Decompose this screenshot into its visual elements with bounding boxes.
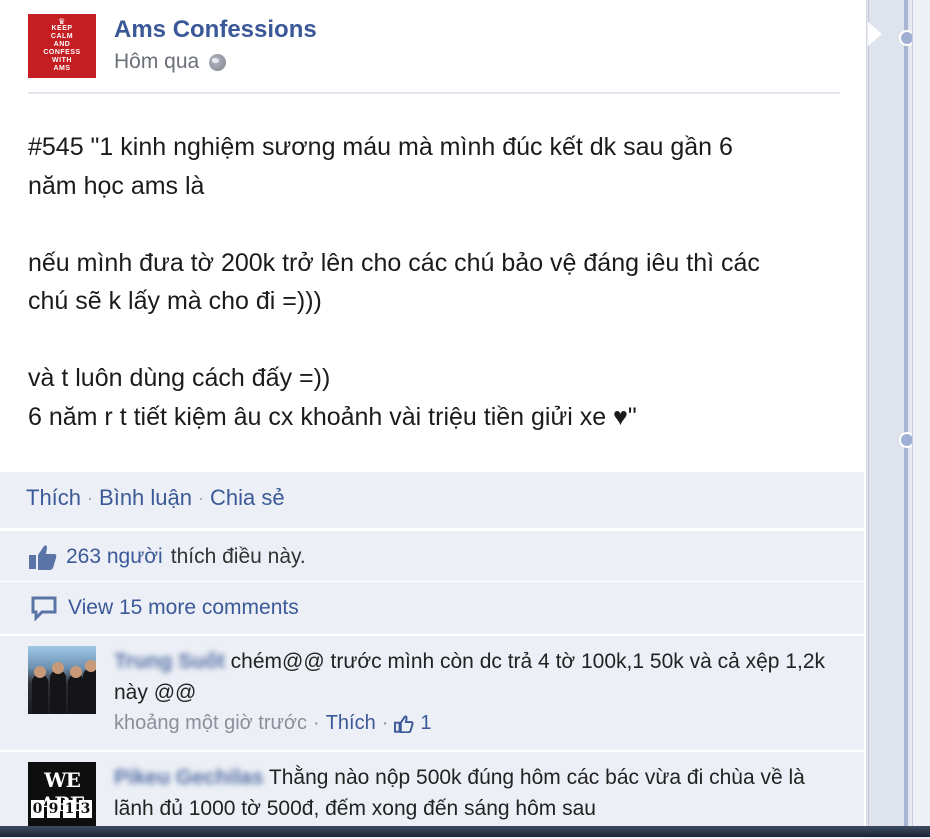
comment-body: Pikeu Gechilas Thằng nào nộp 500k đúng h… (114, 762, 834, 824)
share-link[interactable]: Chia sẻ (210, 485, 285, 511)
comment-item: Trung Suốt chém@@ trước mình còn dc trả … (0, 634, 864, 750)
like-link[interactable]: Thích (26, 485, 81, 511)
os-taskbar (0, 826, 930, 837)
logo-line: CALM (50, 33, 74, 40)
avatar-digit: 0 (31, 800, 44, 818)
thumbs-up-icon (29, 545, 57, 570)
likes-suffix: thích điều này. (170, 545, 306, 568)
separator: · (313, 712, 320, 734)
scrollbar[interactable] (912, 0, 930, 837)
comment-time[interactable]: khoảng một giờ trước (114, 712, 307, 735)
page-name-link[interactable]: Ams Confessions (114, 16, 317, 44)
timeline-pointer (868, 22, 882, 46)
logo-line: AND (53, 41, 71, 48)
comment-like-link[interactable]: Thích (326, 712, 376, 735)
comment-bubble-icon (31, 596, 57, 621)
avatar[interactable] (28, 646, 96, 714)
thumbs-up-icon (394, 715, 414, 733)
post-header: ♛ KEEP CALM AND CONFESS WITH AMS Ams Con… (28, 14, 840, 94)
separator: · (198, 487, 204, 508)
page-logo[interactable]: ♛ KEEP CALM AND CONFESS WITH AMS (28, 14, 96, 78)
avatar[interactable]: WE ARE 0 9 1 3 (28, 762, 96, 830)
post-timestamp[interactable]: Hôm qua (114, 50, 227, 74)
separator: · (87, 487, 94, 508)
post-line: 6 năm r t tiết kiệm âu cx khoảnh vài tri… (28, 402, 637, 431)
likes-summary: 263 người thích điều này. (0, 530, 864, 581)
timestamp-text[interactable]: Hôm qua (114, 50, 199, 74)
post-message: #545 "1 kinh nghiệm sương máu mà mình đú… (28, 128, 848, 436)
post-line: năm học ams là (28, 171, 205, 200)
post-line: nếu mình đưa tờ 200k trở lên cho các chú… (28, 248, 760, 277)
globe-icon (209, 53, 227, 71)
post-line: #545 "1 kinh nghiệm sương máu mà mình đú… (28, 133, 733, 161)
logo-line: WITH (52, 57, 72, 64)
timeline-line (904, 0, 908, 837)
comment-like-count[interactable]: 1 (420, 712, 431, 735)
comment-author-link[interactable]: Trung Suốt (114, 650, 225, 673)
post-card: ♛ KEEP CALM AND CONFESS WITH AMS Ams Con… (0, 0, 867, 839)
view-more-comments-link[interactable]: View 15 more comments (68, 596, 299, 620)
logo-line: AMS (53, 65, 71, 72)
avatar-digit: 3 (79, 800, 92, 818)
comment-author-link[interactable]: Pikeu Gechilas (114, 766, 263, 789)
post-actions-bar: Thích · Bình luận · Chia sẻ (0, 472, 864, 528)
separator: · (381, 712, 389, 734)
comment-link[interactable]: Bình luận (99, 485, 192, 511)
logo-line: CONFESS (43, 49, 81, 56)
avatar-digit: 9 (47, 800, 60, 818)
logo-line: KEEP (51, 25, 73, 32)
comment-body: Trung Suốt chém@@ trước mình còn dc trả … (114, 646, 834, 708)
post-line: và t luôn dùng cách đấy =)) (28, 364, 331, 392)
likers-link[interactable]: 263 người (66, 545, 163, 569)
post-line: chú sẽ k lấy mà cho đi =))) (28, 287, 322, 315)
timeline-track (868, 0, 909, 837)
avatar-digit: 1 (63, 800, 76, 818)
view-more-comments[interactable]: View 15 more comments (0, 582, 864, 634)
comment-meta: khoảng một giờ trước · Thích · 1 (114, 712, 432, 735)
